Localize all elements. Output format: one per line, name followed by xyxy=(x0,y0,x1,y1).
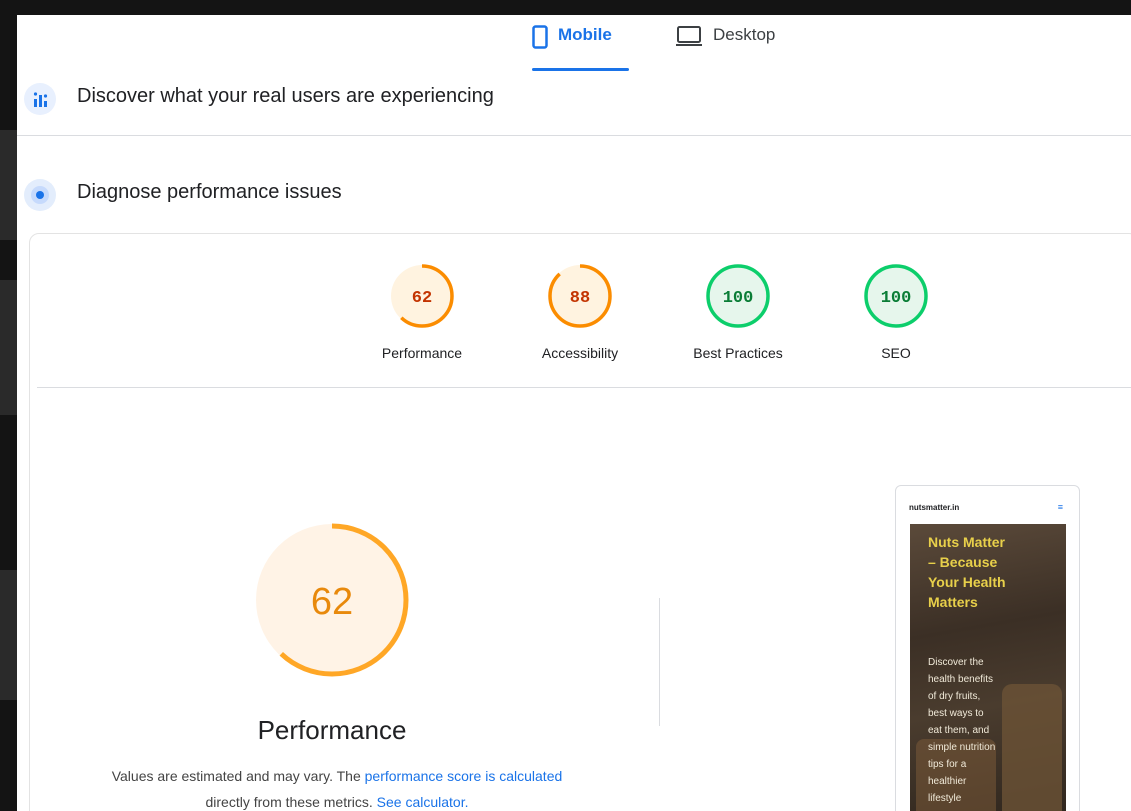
scores-divider xyxy=(37,387,1131,388)
device-tabs: Mobile Desktop xyxy=(17,15,1131,77)
field-data-icon xyxy=(24,83,56,115)
smartphone-icon xyxy=(532,25,548,54)
performance-main-score: 62 xyxy=(311,581,353,623)
score-label: Accessibility xyxy=(541,345,619,361)
screenshot-site-header: nutsmatter.in ≡ xyxy=(896,486,1079,526)
score-note-line-2: directly from these metrics. See calcula… xyxy=(57,792,617,811)
score-value: 100 xyxy=(881,289,912,308)
section-divider xyxy=(17,135,1131,136)
real-users-title: Discover what your real users are experi… xyxy=(77,85,494,107)
screenshot-site-name: nutsmatter.in xyxy=(909,503,960,512)
final-screenshot: nutsmatter.in ≡ Nuts Matter – Because Yo… xyxy=(895,485,1080,811)
vertical-separator xyxy=(659,598,660,726)
score-label: Performance xyxy=(381,345,463,361)
score-value: 88 xyxy=(570,289,590,308)
note-prefix: Values are estimated and may vary. The xyxy=(111,768,365,784)
score-value: 100 xyxy=(723,289,754,308)
lab-data-icon xyxy=(24,179,56,211)
score-label: SEO xyxy=(881,345,911,361)
see-calculator-link[interactable]: See calculator. xyxy=(377,794,469,810)
score-label: Best Practices xyxy=(693,345,783,361)
score-gauge-performance[interactable]: 62 Performance xyxy=(382,263,462,361)
score-gauge-accessibility[interactable]: 88 Accessibility xyxy=(542,263,618,361)
score-note-line-1: Values are estimated and may vary. The p… xyxy=(57,766,617,786)
tab-mobile-label: Mobile xyxy=(558,25,612,44)
score-gauge-seo[interactable]: 100 SEO xyxy=(863,263,929,361)
screenshot-hero: Nuts Matter – Because Your Health Matter… xyxy=(910,524,1066,811)
performance-score-link[interactable]: performance score is calculated xyxy=(365,768,563,784)
tab-mobile[interactable]: Mobile xyxy=(532,25,612,73)
diagnose-title: Diagnose performance issues xyxy=(77,181,342,203)
hamburger-icon: ≡ xyxy=(1057,502,1063,512)
real-users-section[interactable]: Discover what your real users are experi… xyxy=(17,81,1131,117)
laptop-icon xyxy=(675,25,703,52)
nuts-jar-image xyxy=(1002,684,1062,811)
note-mid: directly from these metrics. xyxy=(205,794,377,810)
performance-main-gauge: 62 xyxy=(255,523,409,677)
diagnose-section[interactable]: Diagnose performance issues xyxy=(17,177,1131,213)
score-gauge-best-practices[interactable]: 100 Best Practices xyxy=(693,263,783,361)
screenshot-headline: Nuts Matter – Because Your Health Matter… xyxy=(928,534,1006,610)
screenshot-body: Discover the health benefits of dry frui… xyxy=(928,657,996,804)
active-tab-indicator xyxy=(532,68,629,71)
tab-desktop[interactable]: Desktop xyxy=(675,25,775,73)
pagespeed-window: Mobile Desktop Discover what your real u… xyxy=(17,15,1131,811)
tab-desktop-label: Desktop xyxy=(713,25,776,44)
score-value: 62 xyxy=(412,289,432,308)
performance-main-label: Performance xyxy=(257,715,407,745)
